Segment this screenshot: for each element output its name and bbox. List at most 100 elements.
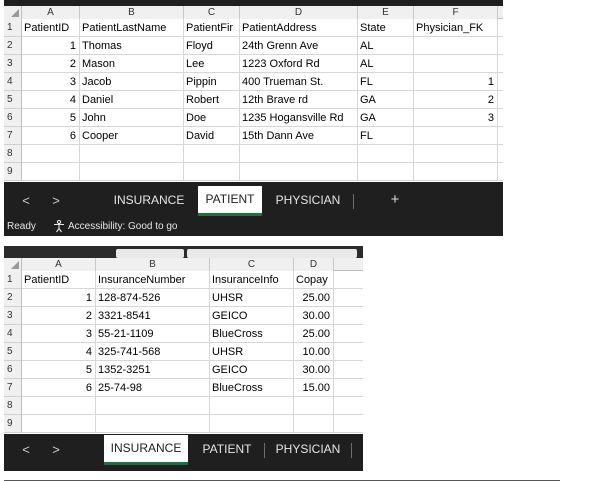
table-cell[interactable]: FL — [358, 73, 414, 91]
column-header-b[interactable]: B — [96, 258, 210, 271]
table-cell[interactable]: 24th Grenn Ave — [240, 37, 358, 55]
table-cell[interactable]: Mason — [80, 55, 184, 73]
table-cell[interactable]: 55-21-1109 — [96, 325, 210, 343]
header-cell[interactable]: PatientLastName — [80, 19, 184, 37]
table-cell[interactable]: 6 — [22, 127, 80, 145]
table-cell[interactable] — [414, 127, 498, 145]
tab-physician[interactable]: PHYSICIAN — [266, 186, 350, 216]
table-cell[interactable]: 15th Dann Ave — [240, 127, 358, 145]
empty-cell[interactable] — [22, 163, 80, 181]
empty-cell[interactable] — [414, 145, 498, 163]
empty-cell[interactable] — [22, 415, 96, 433]
table-cell[interactable] — [414, 55, 498, 73]
empty-grid-area[interactable] — [334, 271, 363, 434]
table-cell[interactable]: 3 — [414, 109, 498, 127]
table-cell[interactable]: 12th Brave rd — [240, 91, 358, 109]
table-cell[interactable]: John — [80, 109, 184, 127]
empty-cell[interactable] — [240, 145, 358, 163]
tab-patient[interactable]: PATIENT — [198, 186, 262, 216]
table-cell[interactable]: 6 — [22, 379, 96, 397]
column-header-c[interactable]: C — [184, 6, 240, 19]
prev-sheet-button[interactable]: < — [16, 435, 36, 465]
next-sheet-button[interactable]: > — [46, 435, 66, 465]
row-header-8[interactable]: 8 — [4, 145, 22, 163]
table-cell[interactable]: 30.00 — [294, 307, 334, 325]
header-cell[interactable]: PatientID — [22, 271, 96, 289]
table-cell[interactable]: GA — [358, 109, 414, 127]
empty-cell[interactable] — [210, 397, 294, 415]
table-cell[interactable]: 400 Trueman St. — [240, 73, 358, 91]
prev-sheet-button[interactable]: < — [16, 186, 36, 216]
table-cell[interactable]: 2 — [414, 91, 498, 109]
empty-cell[interactable] — [22, 397, 96, 415]
row-header-7[interactable]: 7 — [4, 127, 22, 145]
table-cell[interactable]: 4 — [22, 91, 80, 109]
table-cell[interactable]: Floyd — [184, 37, 240, 55]
row-header-6[interactable]: 6 — [4, 361, 22, 379]
table-cell[interactable] — [414, 37, 498, 55]
table-cell[interactable]: Thomas — [80, 37, 184, 55]
row-header-1[interactable]: 1 — [4, 19, 22, 37]
empty-cell[interactable] — [96, 415, 210, 433]
header-cell[interactable]: PatientAddress — [240, 19, 358, 37]
table-cell[interactable]: 3 — [22, 325, 96, 343]
accessibility-icon[interactable] — [52, 219, 66, 233]
table-cell[interactable]: 10.00 — [294, 343, 334, 361]
column-header-a[interactable]: A — [22, 6, 80, 19]
empty-cell[interactable] — [80, 145, 184, 163]
table-cell[interactable]: GEICO — [210, 361, 294, 379]
table-cell[interactable]: 30.00 — [294, 361, 334, 379]
header-cell[interactable]: Physician_FK — [414, 19, 498, 37]
table-cell[interactable]: Lee — [184, 55, 240, 73]
table-cell[interactable]: AL — [358, 55, 414, 73]
select-all-corner[interactable] — [4, 258, 22, 271]
accessibility-status[interactable]: Accessibility: Good to go — [68, 218, 178, 235]
table-cell[interactable]: 5 — [22, 109, 80, 127]
table-cell[interactable]: Jacob — [80, 73, 184, 91]
table-cell[interactable]: FL — [358, 127, 414, 145]
empty-cell[interactable] — [358, 163, 414, 181]
table-cell[interactable]: 3 — [22, 73, 80, 91]
table-cell[interactable]: Cooper — [80, 127, 184, 145]
empty-cell[interactable] — [358, 145, 414, 163]
row-header-2[interactable]: 2 — [4, 37, 22, 55]
row-header-5[interactable]: 5 — [4, 91, 22, 109]
table-cell[interactable]: 128-874-526 — [96, 289, 210, 307]
empty-cell[interactable] — [294, 397, 334, 415]
row-header-3[interactable]: 3 — [4, 55, 22, 73]
header-cell[interactable]: InsuranceInfo — [210, 271, 294, 289]
table-cell[interactable]: 1235 Hogansville Rd — [240, 109, 358, 127]
table-cell[interactable]: 25.00 — [294, 325, 334, 343]
column-header-a[interactable]: A — [22, 258, 96, 271]
tab-insurance[interactable]: INSURANCE — [104, 186, 194, 216]
table-cell[interactable]: 1352-3251 — [96, 361, 210, 379]
empty-cell[interactable] — [184, 145, 240, 163]
empty-cell[interactable] — [210, 415, 294, 433]
column-header-e[interactable]: E — [358, 6, 414, 19]
empty-cell[interactable] — [80, 163, 184, 181]
table-cell[interactable]: 5 — [22, 361, 96, 379]
table-cell[interactable]: Pippin — [184, 73, 240, 91]
table-cell[interactable]: 25.00 — [294, 289, 334, 307]
table-cell[interactable]: 1 — [414, 73, 498, 91]
column-header-c[interactable]: C — [210, 258, 294, 271]
empty-cell[interactable] — [184, 163, 240, 181]
column-header-d[interactable]: D — [294, 258, 334, 271]
row-header-9[interactable]: 9 — [4, 415, 22, 433]
table-cell[interactable]: BlueCross — [210, 379, 294, 397]
table-cell[interactable]: 15.00 — [294, 379, 334, 397]
row-header-4[interactable]: 4 — [4, 73, 22, 91]
row-header-8[interactable]: 8 — [4, 397, 22, 415]
table-cell[interactable]: 1 — [22, 289, 96, 307]
column-header-d[interactable]: D — [240, 6, 358, 19]
next-sheet-button[interactable]: > — [46, 186, 66, 216]
table-cell[interactable]: GA — [358, 91, 414, 109]
header-cell[interactable]: State — [358, 19, 414, 37]
table-cell[interactable]: Daniel — [80, 91, 184, 109]
row-header-7[interactable]: 7 — [4, 379, 22, 397]
empty-grid-area[interactable] — [498, 19, 503, 182]
table-cell[interactable]: David — [184, 127, 240, 145]
table-cell[interactable]: 2 — [22, 307, 96, 325]
table-cell[interactable]: 25-74-98 — [96, 379, 210, 397]
table-cell[interactable]: UHSR — [210, 343, 294, 361]
